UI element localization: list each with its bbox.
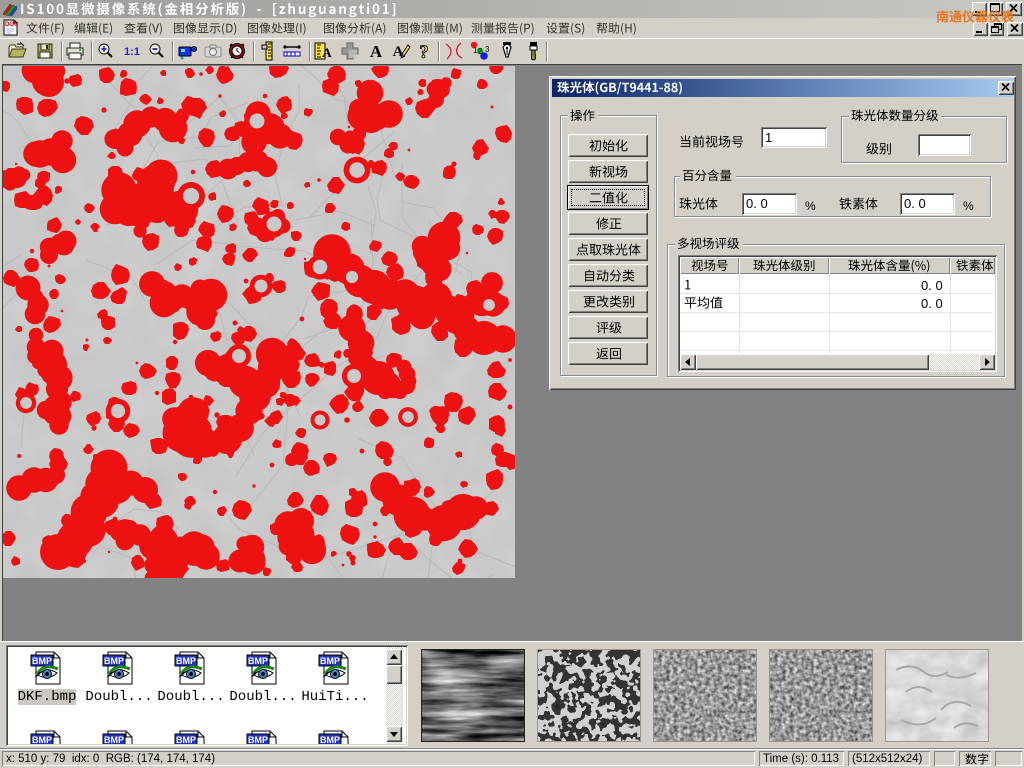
svg-text:BMP: BMP <box>248 735 268 744</box>
svg-text:BMP: BMP <box>32 656 52 666</box>
svg-text:BMP: BMP <box>32 735 52 744</box>
svg-text:BMP: BMP <box>320 656 340 666</box>
svg-text:BMP: BMP <box>248 656 268 666</box>
svg-text:3: 3 <box>485 45 489 54</box>
svg-text:BMP: BMP <box>320 735 340 744</box>
svg-text:DOC: DOC <box>5 22 18 28</box>
svg-text:BMP: BMP <box>104 656 124 666</box>
svg-text:A: A <box>322 45 332 60</box>
svg-text:BMP: BMP <box>176 735 196 744</box>
svg-text:BMP: BMP <box>104 735 124 744</box>
svg-text:1:1: 1:1 <box>124 46 140 58</box>
svg-text:A: A <box>370 42 383 61</box>
svg-text:2: 2 <box>478 47 483 56</box>
svg-text:BMP: BMP <box>176 656 196 666</box>
svg-text:?: ? <box>419 42 429 61</box>
